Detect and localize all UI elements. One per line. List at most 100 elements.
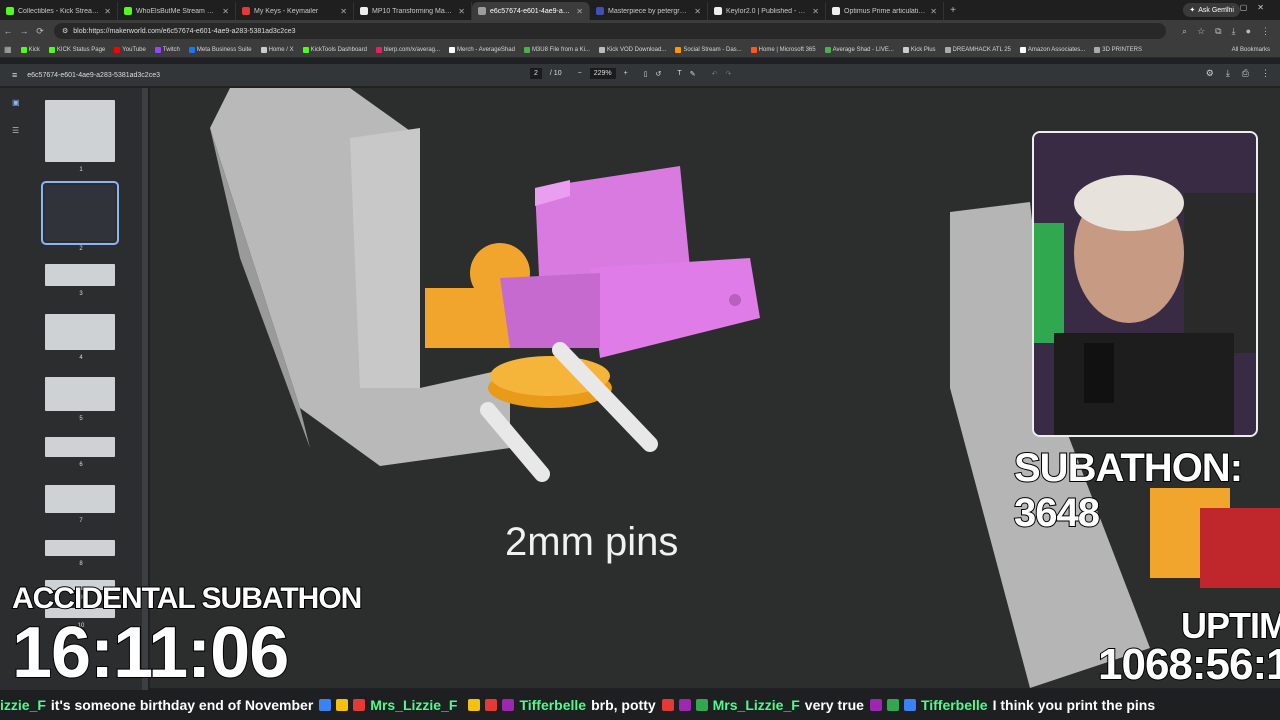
page-thumbnail-number: 8 bbox=[79, 561, 83, 567]
gray-tower-face bbox=[350, 128, 420, 388]
chat-message: Mrs_Lizzie_F very true bbox=[661, 697, 864, 713]
bookmark-favicon-icon bbox=[675, 46, 682, 53]
reload-icon[interactable]: ⟳ bbox=[32, 26, 48, 37]
window-controls[interactable]: –▢✕ bbox=[1225, 3, 1274, 12]
sidebar-menu-icon[interactable]: ≡ bbox=[12, 70, 17, 80]
page-number-input[interactable]: 2 bbox=[530, 68, 542, 79]
browser-tab[interactable]: Keylor2.0 | Published - MakerW ✕ bbox=[708, 2, 826, 20]
zoom-level-input[interactable]: 229% bbox=[589, 68, 616, 79]
tab-title: Masterpiece by petergross3 bbox=[608, 7, 691, 15]
bookmark-item[interactable]: Average Shad - LIVE... bbox=[824, 46, 894, 53]
browser-tab[interactable]: Collectibles - Kick Streaming ✕ bbox=[0, 2, 118, 20]
rotate-icon[interactable]: ↺ bbox=[656, 70, 662, 78]
webcam-overlay bbox=[1032, 131, 1258, 437]
bookmark-item[interactable]: M3U8 File from a Ki... bbox=[523, 46, 590, 53]
page-thumbnail[interactable] bbox=[45, 264, 115, 286]
bookmark-item[interactable]: YouTube bbox=[114, 46, 146, 53]
browser-tab[interactable]: Optimus Prime articulating Tra✕ bbox=[826, 2, 944, 20]
bookmark-label: KickTools Dashboard bbox=[310, 46, 367, 53]
bookmark-favicon-icon bbox=[302, 46, 309, 53]
thumbnails-view-icon[interactable]: ▣ bbox=[12, 98, 20, 107]
pdf-download-icon[interactable]: ⤓ bbox=[1226, 68, 1230, 79]
bookmark-item[interactable]: Home | Microsoft 365 bbox=[750, 46, 816, 53]
undo-icon[interactable]: ↶ bbox=[712, 70, 718, 78]
page-thumbnail[interactable] bbox=[45, 100, 115, 162]
tab-close-icon[interactable]: ✕ bbox=[694, 7, 701, 16]
tab-close-icon[interactable]: ✕ bbox=[458, 7, 465, 16]
pdf-filename: e6c57674-e601-4ae9-a283-5381ad3c2ce3 bbox=[27, 71, 160, 79]
bookmark-item[interactable]: Home / X bbox=[260, 46, 294, 53]
bookmark-item[interactable]: Twitch bbox=[154, 46, 180, 53]
draw-tool-icon[interactable]: ✎ bbox=[690, 70, 696, 78]
zoom-icon[interactable]: ⌕ bbox=[1182, 26, 1187, 37]
bookmark-item[interactable]: Kick VOD Download... bbox=[598, 46, 666, 53]
bookmark-favicon-icon bbox=[523, 46, 530, 53]
bookmark-item[interactable]: Merch - AverageShad bbox=[449, 46, 515, 53]
badge-icon bbox=[468, 699, 481, 711]
all-bookmarks-button[interactable]: All Bookmarks bbox=[1232, 47, 1280, 53]
bookmark-star-icon[interactable]: ☆ bbox=[1197, 26, 1205, 37]
chat-username: Mrs_Lizzie_F bbox=[712, 697, 800, 713]
browser-tab[interactable]: e6c57674-e601-4ae9-a283-53 ✕ bbox=[472, 2, 590, 20]
site-info-icon[interactable]: ⚙ bbox=[62, 27, 68, 35]
badge-icon bbox=[485, 699, 498, 711]
tab-close-icon[interactable]: ✕ bbox=[222, 7, 229, 16]
tab-close-icon[interactable]: ✕ bbox=[576, 7, 583, 16]
bookmark-label: Amazon Associates... bbox=[1027, 46, 1086, 53]
download-icon[interactable]: ⤓ bbox=[1232, 26, 1236, 37]
fit-page-icon[interactable]: ▯ bbox=[644, 70, 648, 78]
accidental-subathon-label: ACCIDENTAL SUBATHON bbox=[11, 581, 363, 616]
tab-close-icon[interactable]: ✕ bbox=[340, 7, 347, 16]
text-tool-icon[interactable]: T bbox=[677, 70, 681, 77]
menu-icon[interactable]: ⋮ bbox=[1261, 26, 1270, 37]
pdf-more-icon[interactable]: ⋮ bbox=[1261, 68, 1270, 79]
url-field[interactable]: ⚙ blob:https://makerworld.com/e6c57674-e… bbox=[54, 23, 1167, 39]
zoom-out-icon[interactable]: − bbox=[578, 70, 582, 77]
tab-close-icon[interactable]: ✕ bbox=[812, 7, 819, 16]
redo-icon[interactable]: ↷ bbox=[725, 70, 731, 78]
pdf-settings-icon[interactable]: ⚙ bbox=[1206, 68, 1214, 79]
chat-text: I think you print the pins bbox=[992, 697, 1156, 713]
bookmark-favicon-icon bbox=[20, 46, 27, 53]
page-thumbnail[interactable] bbox=[45, 437, 115, 457]
page-thumbnail[interactable] bbox=[41, 181, 119, 245]
tab-title: e6c57674-e601-4ae9-a283-53 bbox=[490, 7, 572, 15]
bookmark-item[interactable]: Kick bbox=[20, 46, 40, 53]
back-icon[interactable]: ← bbox=[0, 26, 16, 36]
page-thumbnail[interactable] bbox=[45, 485, 115, 513]
browser-tab[interactable]: My Keys - Keymailer ✕ bbox=[236, 2, 354, 20]
browser-tab[interactable]: WhoElsButMe Stream Schedule ✕ bbox=[118, 2, 236, 20]
bookmark-favicon-icon bbox=[902, 46, 909, 53]
outline-view-icon[interactable]: ☰ bbox=[12, 126, 19, 135]
bookmark-item[interactable]: 3D PRINTERS bbox=[1094, 46, 1142, 53]
apps-icon[interactable]: ▦ bbox=[4, 45, 12, 54]
tab-close-icon[interactable]: ✕ bbox=[930, 7, 937, 16]
bookmark-item[interactable]: blerp.com/x/averag... bbox=[375, 46, 440, 53]
bookmark-item[interactable]: KickTools Dashboard bbox=[302, 46, 367, 53]
bookmark-item[interactable]: Social Stream - Das... bbox=[675, 46, 742, 53]
badge-icon bbox=[886, 699, 899, 711]
print-icon[interactable]: ⎙ bbox=[1242, 68, 1249, 79]
bookmark-item[interactable]: Amazon Associates... bbox=[1019, 46, 1086, 53]
bookmark-label: YouTube bbox=[122, 46, 146, 53]
bookmark-label: 3D PRINTERS bbox=[1102, 46, 1142, 53]
new-tab-icon[interactable]: + bbox=[944, 5, 962, 16]
bookmark-favicon-icon bbox=[1094, 46, 1101, 53]
browser-tab[interactable]: Masterpiece by petergross3 ✕ bbox=[590, 2, 708, 20]
tab-favicon-icon bbox=[242, 7, 250, 15]
browser-tab[interactable]: MP10 Transforming Masterpiece✕ bbox=[354, 2, 472, 20]
tab-close-icon[interactable]: ✕ bbox=[104, 7, 111, 16]
forward-icon[interactable]: → bbox=[16, 26, 32, 36]
extensions-icon[interactable]: ⧉ bbox=[1215, 26, 1221, 37]
page-thumbnail[interactable] bbox=[45, 540, 115, 556]
bookmark-item[interactable]: Meta Business Suite bbox=[188, 46, 252, 53]
subathon-counter: SUBATHON: 3648 bbox=[1013, 445, 1244, 536]
bookmark-item[interactable]: DREAMHACK ATL 25 bbox=[944, 46, 1011, 53]
bookmark-item[interactable]: KICK Status Page bbox=[48, 46, 105, 53]
page-thumbnail[interactable] bbox=[45, 314, 115, 350]
page-thumbnail[interactable] bbox=[45, 377, 115, 411]
bookmark-item[interactable]: Kick Plus bbox=[902, 46, 936, 53]
profile-icon[interactable]: ● bbox=[1246, 26, 1251, 37]
badge-icon bbox=[903, 699, 916, 711]
zoom-in-icon[interactable]: + bbox=[624, 70, 628, 77]
